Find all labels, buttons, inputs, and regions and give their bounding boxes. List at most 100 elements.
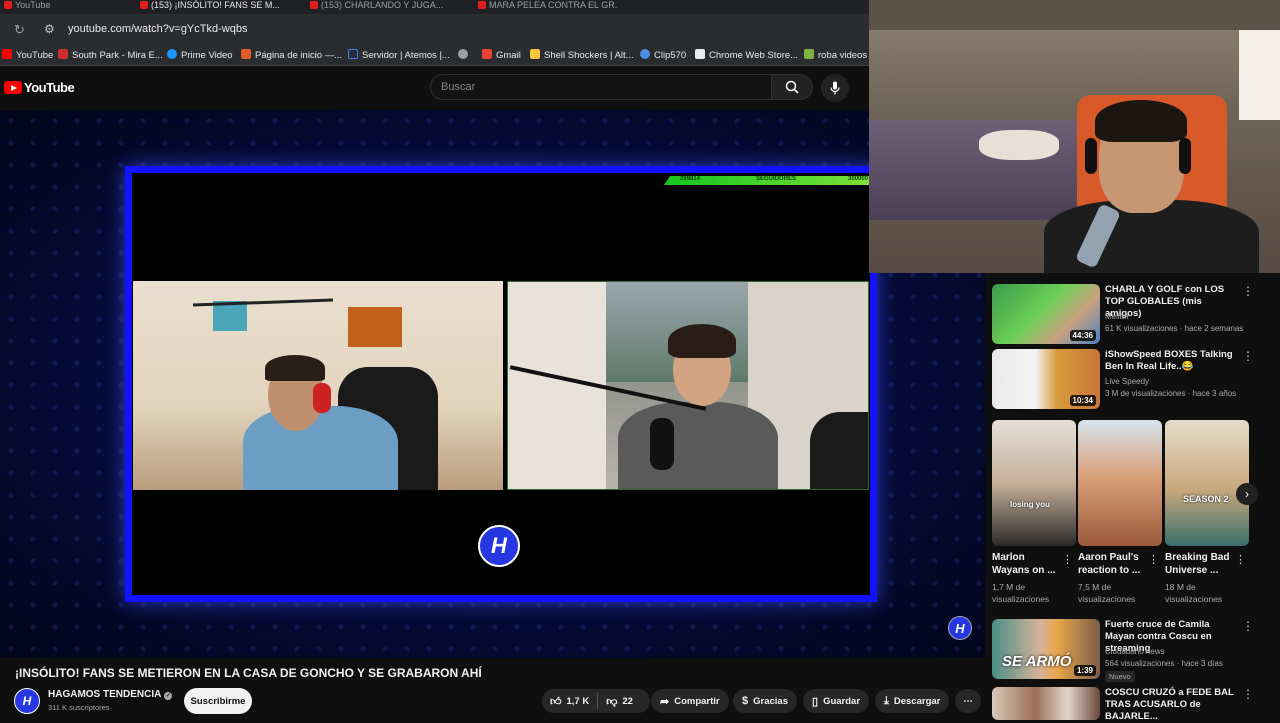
person-body	[618, 402, 778, 489]
person-hair	[668, 324, 736, 358]
save-label: Guardar	[823, 695, 861, 707]
youtube-favicon-icon	[140, 1, 148, 9]
video-thumbnail[interactable]	[992, 687, 1100, 720]
streamer-webcam-overlay	[869, 0, 1280, 273]
like-button[interactable]: 👍︎ 1,7 K	[542, 689, 597, 713]
short-views: 1,7 M de visualizaciones	[992, 582, 1050, 604]
more-options-icon[interactable]: ⋮	[1148, 553, 1159, 566]
video-player[interactable]: 299814 SEGUIDORES 300000 H H	[0, 110, 985, 658]
short-views: 18 M de visualizaciones	[1165, 582, 1223, 604]
bookmark-pagina-inicio[interactable]: Página de inicio —...	[241, 49, 342, 61]
recommended-video[interactable]: SE ARMÓ 1:39 Fuerte cruce de Camila Maya…	[992, 619, 1262, 682]
short-thumbnail[interactable]: losing you	[992, 420, 1076, 546]
short-item[interactable]: SEASON 2 Breaking Bad Universe ... ⋮ 18 …	[1165, 420, 1249, 604]
short-title[interactable]: Aaron Paul's reaction to ...	[1078, 551, 1150, 577]
more-options-icon[interactable]: ⋮	[1235, 553, 1246, 566]
bookmark-gmail[interactable]: Gmail	[482, 49, 521, 61]
tab-label: (153) ¡INSÓLITO! FANS SE M...	[151, 0, 280, 10]
site-settings-icon[interactable]: ⚙	[44, 22, 55, 36]
more-options-icon[interactable]: ⋮	[1242, 619, 1254, 633]
bookmark-icon	[2, 49, 12, 59]
short-title[interactable]: Marlon Wayans on ...	[992, 551, 1064, 577]
bookmark-chrome-web-store[interactable]: Chrome Web Store...	[695, 49, 798, 61]
share-button[interactable]: ➦ Compartir	[651, 689, 729, 713]
short-item[interactable]: losing you Marlon Wayans on ... ⋮ 1,7 M …	[992, 420, 1076, 604]
followers-goal: 300000	[848, 176, 869, 182]
bookmark-label: YouTube	[16, 50, 54, 61]
followers-current: 299814	[680, 176, 701, 182]
like-dislike-group: 👍︎ 1,7 K 👎︎ 22	[542, 689, 650, 713]
recommended-video[interactable]: 44:36 CHARLA Y GOLF con LOS TOP GLOBALES…	[992, 284, 1262, 346]
dislike-count: 22	[622, 695, 633, 707]
video-duration: 44:36	[1069, 330, 1096, 341]
browser-tab[interactable]: (153) CHARLANDO Y JUGA...	[310, 0, 460, 12]
reload-icon[interactable]: ↻	[14, 22, 25, 38]
video-title[interactable]: iShowSpeed BOXES Talking Ben In Real Lif…	[1105, 349, 1237, 373]
bookmark-globe[interactable]	[458, 49, 472, 61]
channel-avatar[interactable]: H	[14, 688, 40, 714]
more-options-icon[interactable]: ⋮	[1242, 284, 1254, 298]
video-thumbnail[interactable]: SE ARMÓ 1:39	[992, 619, 1100, 679]
bookmark-roba-videos[interactable]: roba videos	[804, 49, 867, 61]
recommended-video[interactable]: 10:34 iShowSpeed BOXES Talking Ben In Re…	[992, 349, 1262, 411]
channel-name[interactable]: Ciudadano news	[1105, 647, 1165, 656]
bookmark-icon: ▯	[812, 695, 819, 708]
short-item[interactable]: Aaron Paul's reaction to ... ⋮ 7,5 M de …	[1078, 420, 1162, 604]
url-field[interactable]: youtube.com/watch?v=gYcTkd-wqbs	[68, 23, 247, 35]
webcam-left	[133, 281, 503, 490]
video-meta: 564 visualizaciones · hace 3 días	[1105, 659, 1223, 668]
channel-name[interactable]: Live Speedy	[1105, 377, 1149, 386]
bookmark-label: South Park - Mira E...	[72, 50, 163, 61]
person-body	[243, 406, 398, 490]
video-thumbnail[interactable]: 44:36	[992, 284, 1100, 344]
more-options-icon[interactable]: ⋮	[1242, 687, 1254, 701]
search-box	[430, 74, 772, 100]
recommendations-sidebar: 44:36 CHARLA Y GOLF con LOS TOP GLOBALES…	[985, 273, 1280, 723]
browser-tab-active[interactable]: (153) ¡INSÓLITO! FANS SE M...	[140, 0, 290, 12]
recommended-video[interactable]: COSCU CRUZÓ a FEDE BAL TRAS ACUSARLO de …	[992, 687, 1262, 723]
wall-katana	[192, 298, 334, 307]
bookmark-youtube[interactable]: YouTube	[2, 49, 53, 61]
search-button[interactable]	[771, 74, 813, 100]
followers-label: SEGUIDORES	[756, 176, 797, 182]
channel-watermark-icon[interactable]: H	[948, 616, 972, 640]
more-horizontal-icon: ⋯	[963, 695, 973, 707]
microphone-icon	[830, 81, 840, 95]
download-button[interactable]: ⤓ Descargar	[875, 689, 950, 713]
bookmark-clip570[interactable]: Clip570	[640, 49, 686, 61]
video-thumbnail[interactable]: 10:34	[992, 349, 1100, 409]
tab-label: MARA PELEA CONTRA EL GR...	[489, 0, 618, 10]
bookmark-south-park[interactable]: South Park - Mira E...	[58, 49, 163, 61]
short-title[interactable]: Breaking Bad Universe ...	[1165, 551, 1237, 577]
more-options-icon[interactable]: ⋮	[1242, 349, 1254, 363]
short-thumbnail[interactable]: SEASON 2	[1165, 420, 1249, 546]
browser-tab[interactable]: YouTube	[4, 0, 54, 12]
channel-name[interactable]: Melian	[1105, 312, 1129, 321]
subscribe-button[interactable]: Suscribirme	[184, 688, 252, 714]
dislike-button[interactable]: 👎︎ 22	[598, 689, 641, 713]
globe-icon	[458, 49, 468, 59]
browser-tab[interactable]: MARA PELEA CONTRA EL GR...	[478, 0, 618, 12]
bookmark-prime-video[interactable]: Prime Video	[167, 49, 233, 61]
chevron-right-icon[interactable]: ›	[1236, 483, 1258, 505]
verified-check-icon: ✓	[164, 692, 173, 700]
more-options-icon[interactable]: ⋮	[1062, 553, 1073, 566]
voice-search-button[interactable]	[821, 74, 849, 102]
channel-name[interactable]: HAGAMOS TENDENCIA ✓	[48, 689, 173, 700]
bookmark-icon	[530, 49, 540, 59]
video-overlay-text: SE ARMÓ	[1002, 653, 1072, 670]
search-icon	[785, 80, 799, 94]
bookmark-label: Página de inicio —...	[255, 50, 343, 61]
youtube-logo[interactable]: YouTube	[4, 80, 75, 95]
thanks-button[interactable]: $ Gracias	[733, 689, 797, 713]
logo-text: YouTube	[24, 80, 75, 95]
video-title[interactable]: COSCU CRUZÓ a FEDE BAL TRAS ACUSARLO de …	[1105, 687, 1237, 723]
short-thumbnail[interactable]	[1078, 420, 1162, 546]
stream-frame: 299814 SEGUIDORES 300000 H	[125, 166, 877, 602]
bookmark-shell-shockers[interactable]: Shell Shockers | Alt...	[530, 49, 634, 61]
bookmark-atemos[interactable]: Servidor | Atemos |...	[348, 49, 450, 61]
save-button[interactable]: ▯ Guardar	[803, 689, 870, 713]
search-input[interactable]	[431, 75, 731, 99]
chair-edge	[810, 412, 868, 489]
more-actions-button[interactable]: ⋯	[955, 689, 981, 713]
